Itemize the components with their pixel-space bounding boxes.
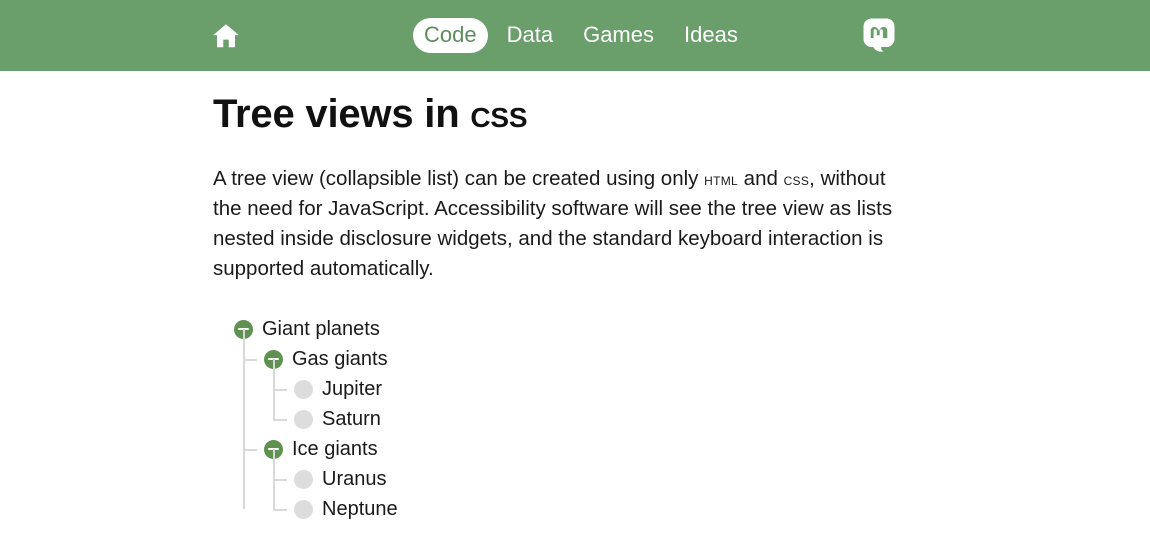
intro-text-2: and	[737, 167, 784, 190]
tree-root-list: Giant planets Gas giants Jupiter Saturn …	[234, 314, 903, 524]
abbr-css: CSS	[783, 169, 810, 189]
tree-node-label: Neptune	[322, 498, 398, 520]
tree-node-label: Jupiter	[322, 378, 383, 400]
page-title: Tree views in css	[213, 71, 903, 137]
tree-node-gas-giants[interactable]: Gas giants	[264, 344, 903, 374]
tree-node-label: Uranus	[322, 468, 387, 490]
page-title-abbr: css	[470, 92, 528, 136]
tree-child-list-gas-giants: Jupiter Saturn	[273, 359, 903, 434]
tree-view: Giant planets Gas giants Jupiter Saturn …	[234, 314, 903, 524]
mastodon-icon	[862, 17, 896, 55]
tree-node-label: Saturn	[322, 408, 381, 430]
tree-node-neptune[interactable]: Neptune	[294, 494, 903, 524]
page-title-lead: Tree views in	[213, 92, 471, 136]
tree-item-uranus: Uranus	[273, 464, 903, 494]
content-column: Tree views in css A tree view (collapsib…	[213, 71, 903, 524]
nav-link-ideas[interactable]: Ideas	[673, 18, 749, 52]
tree-node-saturn[interactable]: Saturn	[294, 404, 903, 434]
site-header: Code Data Games Ideas	[0, 0, 1150, 71]
home-icon	[211, 21, 241, 51]
tree-item-giant-planets: Giant planets Gas giants Jupiter Saturn …	[234, 314, 903, 524]
tree-item-saturn: Saturn	[273, 404, 903, 434]
intro-text-1: A tree view (collapsible list) can be cr…	[213, 167, 705, 190]
tree-child-list-ice-giants: Uranus Neptune	[273, 449, 903, 524]
tree-item-ice-giants: Ice giants Uranus Neptune	[243, 434, 903, 524]
main-nav: Code Data Games Ideas	[413, 0, 749, 71]
leaf-bullet-icon	[294, 499, 313, 519]
abbr-html: HTML	[704, 169, 738, 189]
tree-node-jupiter[interactable]: Jupiter	[294, 374, 903, 404]
home-link[interactable]	[211, 0, 241, 71]
leaf-bullet-icon	[294, 409, 313, 429]
tree-node-label: Giant planets	[262, 318, 380, 340]
tree-item-gas-giants: Gas giants Jupiter Saturn	[243, 344, 903, 434]
tree-node-label: Ice giants	[292, 438, 378, 460]
leaf-bullet-icon	[294, 379, 313, 399]
page-body: Tree views in css A tree view (collapsib…	[0, 71, 1150, 524]
nav-link-code[interactable]: Code	[413, 18, 488, 53]
nav-link-data[interactable]: Data	[496, 18, 564, 52]
mastodon-link[interactable]	[862, 0, 896, 71]
tree-child-list-giant-planets: Gas giants Jupiter Saturn Ice giants Ura…	[243, 329, 903, 524]
nav-link-games[interactable]: Games	[572, 18, 665, 52]
tree-item-neptune: Neptune	[273, 494, 903, 524]
tree-node-uranus[interactable]: Uranus	[294, 464, 903, 494]
tree-node-ice-giants[interactable]: Ice giants	[264, 434, 903, 464]
intro-paragraph: A tree view (collapsible list) can be cr…	[213, 164, 903, 284]
leaf-bullet-icon	[294, 469, 313, 489]
tree-node-label: Gas giants	[292, 348, 388, 370]
tree-node-giant-planets[interactable]: Giant planets	[234, 314, 903, 344]
tree-item-jupiter: Jupiter	[273, 374, 903, 404]
